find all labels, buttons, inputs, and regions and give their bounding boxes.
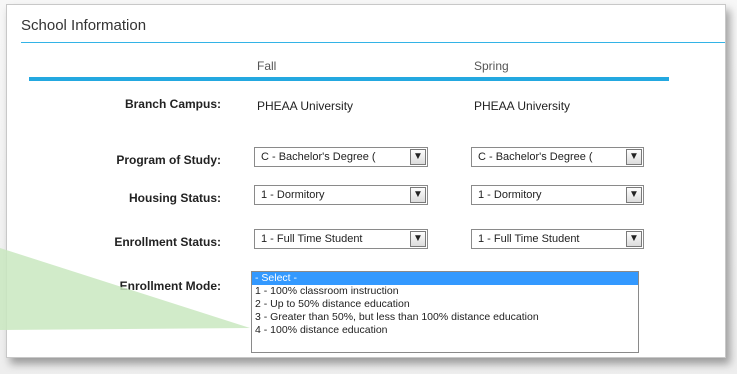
section-title: School Information (21, 17, 147, 34)
chevron-down-icon[interactable]: ▼ (410, 187, 426, 203)
chevron-down-icon[interactable]: ▼ (410, 231, 426, 247)
branch-campus-spring-value: PHEAA University (474, 99, 571, 113)
enrollment-mode-listbox[interactable]: - Select - 1 - 100% classroom instructio… (251, 271, 639, 353)
enrollment-status-spring-select[interactable]: 1 - Full Time Student ▼ (471, 229, 644, 249)
chevron-down-icon[interactable]: ▼ (626, 231, 642, 247)
title-divider (21, 42, 725, 43)
program-of-study-fall-value: C - Bachelor's Degree ( (261, 151, 376, 163)
callout-pointer (0, 248, 250, 330)
chevron-down-icon[interactable]: ▼ (626, 187, 642, 203)
chevron-down-icon[interactable]: ▼ (410, 149, 426, 165)
column-header-spring: Spring (474, 59, 509, 73)
enrollment-status-fall-select[interactable]: 1 - Full Time Student ▼ (254, 229, 428, 249)
housing-status-spring-select[interactable]: 1 - Dormitory ▼ (471, 185, 644, 205)
enrollment-status-fall-value: 1 - Full Time Student (261, 233, 363, 245)
program-of-study-spring-value: C - Bachelor's Degree ( (478, 151, 593, 163)
housing-status-fall-select[interactable]: 1 - Dormitory ▼ (254, 185, 428, 205)
program-of-study-label: Program of Study: (116, 153, 221, 167)
branch-campus-label: Branch Campus: (124, 97, 221, 111)
enrollment-status-spring-value: 1 - Full Time Student (478, 233, 580, 245)
column-header-fall: Fall (257, 59, 277, 73)
chevron-down-icon[interactable]: ▼ (626, 149, 642, 165)
enrollment-mode-option[interactable]: 3 - Greater than 50%, but less than 100%… (252, 311, 638, 324)
enrollment-mode-option[interactable]: 4 - 100% distance education (252, 324, 638, 337)
branch-campus-fall-value: PHEAA University (257, 99, 354, 113)
enrollment-mode-option[interactable]: 2 - Up to 50% distance education (252, 298, 638, 311)
housing-status-label: Housing Status: (129, 191, 221, 205)
header-divider (29, 77, 669, 81)
housing-status-spring-value: 1 - Dormitory (478, 189, 542, 201)
housing-status-fall-value: 1 - Dormitory (261, 189, 325, 201)
program-of-study-spring-select[interactable]: C - Bachelor's Degree ( ▼ (471, 147, 644, 167)
enrollment-mode-option[interactable]: 1 - 100% classroom instruction (252, 285, 638, 298)
program-of-study-fall-select[interactable]: C - Bachelor's Degree ( ▼ (254, 147, 428, 167)
enrollment-mode-option[interactable]: - Select - (252, 272, 638, 285)
